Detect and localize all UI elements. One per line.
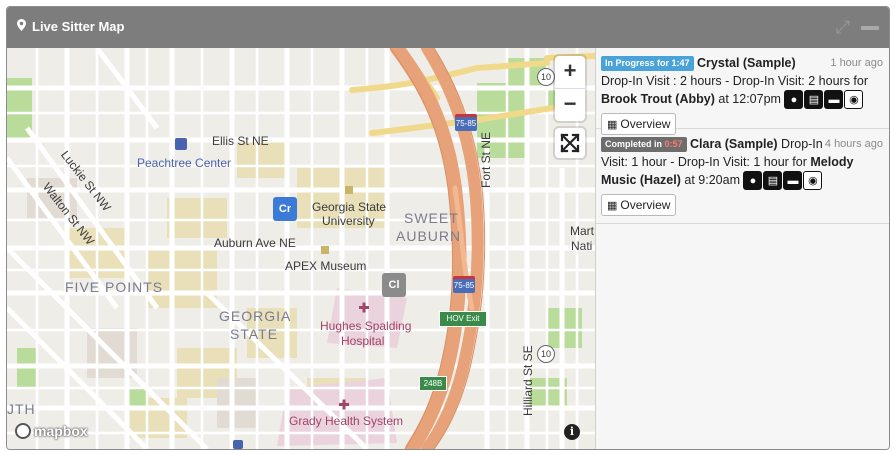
- sitter-name[interactable]: Crystal (Sample): [697, 56, 796, 70]
- map-pin-icon[interactable]: ●: [743, 171, 763, 191]
- hughes-spalding-label-1: Hughes Spalding: [320, 319, 412, 333]
- live-sitter-map-panel: Live Sitter Map ⤢ Ellis St NE Luckie St …: [6, 6, 890, 450]
- overview-button[interactable]: ▦ Overview: [601, 194, 677, 217]
- camera-icon[interactable]: ◉: [844, 90, 864, 110]
- minimize-icon[interactable]: [861, 17, 879, 37]
- at-text: at: [718, 92, 729, 106]
- sitter-name[interactable]: Clara (Sample): [690, 137, 778, 151]
- panel-title-text: Live Sitter Map: [32, 19, 125, 34]
- feed-entry: Completed in 0:57 Clara (Sample) Drop-In…: [596, 129, 889, 224]
- panel-title: Live Sitter Map: [17, 19, 124, 34]
- fullscreen-button[interactable]: [555, 128, 585, 158]
- hov-exit-badge: HOV Exit: [439, 311, 487, 327]
- apex-museum-label: APEX Museum: [285, 259, 367, 273]
- five-points-label: FIVE POINTS: [65, 279, 164, 295]
- zoom-control: + −: [555, 56, 585, 121]
- georgia-state-univ-label-1: Georgia State: [312, 200, 387, 214]
- mapbox-logo[interactable]: mapbox: [15, 423, 88, 439]
- map-pin-icon[interactable]: ●: [784, 90, 804, 110]
- fullscreen-icon: [560, 133, 580, 153]
- route-shield-icon: 10: [537, 345, 555, 363]
- sweet-auburn-label-1: SWEET: [404, 210, 459, 226]
- route-shield-icon: 10: [537, 68, 555, 86]
- hughes-spalding-label-2: Hospital: [341, 334, 385, 348]
- interstate-shield-icon: 75-85: [453, 276, 475, 293]
- georgia-state-label-2: STATE: [230, 326, 279, 342]
- info-icon[interactable]: i: [564, 424, 580, 440]
- chat-icon[interactable]: ▬: [783, 171, 803, 191]
- map-view[interactable]: Ellis St NE Luckie St NW Walton St NW Pe…: [7, 48, 595, 449]
- visit-time: 12:07pm: [732, 92, 781, 106]
- time-ago: 4 hours ago: [822, 135, 883, 153]
- mart-label-1: Mart: [570, 224, 594, 238]
- status-duration: 0:57: [664, 139, 683, 149]
- time-ago: 1 hour ago: [828, 54, 883, 72]
- sitter-marker-crystal[interactable]: Cr: [273, 197, 297, 221]
- hilliard-st-label: Hilliard St SE: [521, 345, 535, 416]
- overview-label: Overview: [620, 198, 671, 213]
- mapbox-icon: [15, 423, 31, 439]
- auburn-ave-label: Auburn Ave NE: [214, 236, 296, 250]
- service-prefix: Drop-In: [781, 137, 823, 151]
- client-name[interactable]: Brook Trout (Abby): [601, 92, 715, 106]
- map-marker-icon: [17, 19, 26, 34]
- map-canvas: [7, 48, 595, 449]
- exit-248b-badge: 248B: [419, 376, 447, 391]
- feed-entry: In Progress for 1:47 Crystal (Sample) 1 …: [596, 48, 889, 136]
- mart-label-2: Nati: [571, 239, 593, 253]
- georgia-state-label-1: GEORGIA: [219, 308, 292, 324]
- camera-icon[interactable]: ◉: [803, 171, 823, 191]
- zoom-out-button[interactable]: −: [555, 89, 585, 121]
- mapbox-text: mapbox: [34, 423, 88, 439]
- status-badge: Completed in 0:57: [601, 137, 687, 152]
- panel-header: Live Sitter Map ⤢: [7, 7, 889, 48]
- fort-st-label: Fort St NE: [479, 131, 493, 188]
- expand-icon[interactable]: ⤢: [833, 17, 853, 37]
- chat-icon[interactable]: ▬: [824, 90, 844, 110]
- zoom-in-button[interactable]: +: [555, 56, 585, 89]
- peachtree-center-label: Peachtree Center: [137, 156, 232, 170]
- sitter-marker-clara[interactable]: Cl: [382, 273, 406, 297]
- ellis-st-label: Ellis St NE: [212, 134, 269, 148]
- visit-time: 9:20am: [698, 173, 740, 187]
- at-text: at: [684, 173, 695, 187]
- status-badge: In Progress for 1:47: [601, 56, 694, 71]
- status-duration: 1:47: [671, 58, 690, 68]
- calendar-icon: ▦: [607, 200, 618, 213]
- status-text: Completed in: [605, 139, 663, 149]
- notes-icon[interactable]: ▤: [763, 171, 783, 191]
- service-description: Visit: 1 hour - Drop-In Visit: 1 hour fo…: [601, 155, 807, 169]
- interstate-shield-icon: 75-85: [455, 114, 477, 131]
- sweet-auburn-label-2: AUBURN: [396, 228, 462, 244]
- activity-feed: In Progress for 1:47 Crystal (Sample) 1 …: [595, 48, 889, 449]
- georgia-state-univ-label-2: University: [322, 214, 375, 228]
- grady-label: Grady Health System: [289, 414, 404, 428]
- status-text: In Progress for: [605, 58, 670, 68]
- service-description: Drop-In Visit : 2 hours - Drop-In Visit:…: [601, 74, 869, 88]
- south-label-1: JTH: [7, 401, 36, 417]
- notes-icon[interactable]: ▤: [804, 90, 824, 110]
